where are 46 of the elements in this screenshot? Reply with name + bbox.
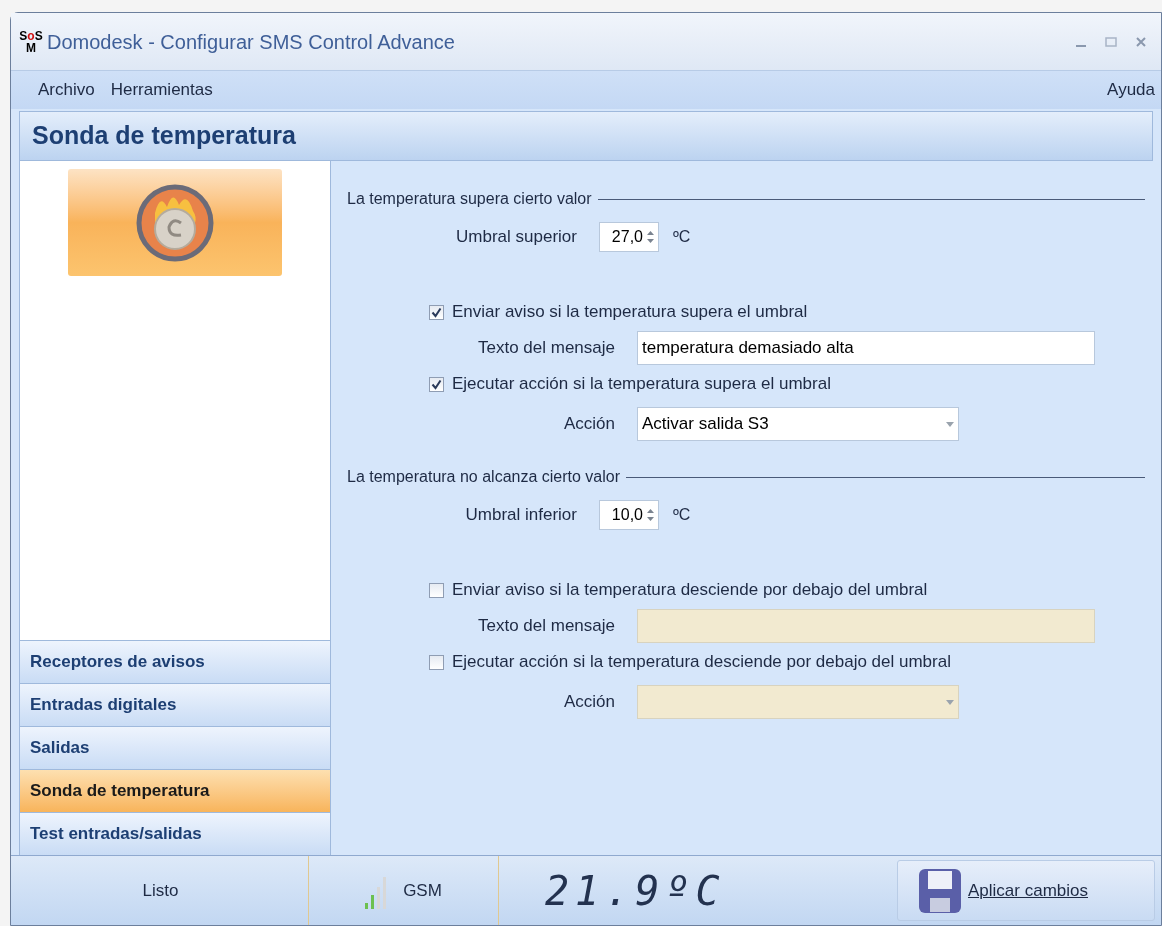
field-label: Texto del mensaje: [476, 337, 616, 360]
temperature-display: 21.9ºC: [544, 866, 727, 916]
spinner-arrows-icon[interactable]: [647, 230, 654, 244]
group-title: La temperatura no alcanza cierto valor: [347, 467, 621, 487]
checkbox-label: Ejecutar acción si la temperatura supera el umbral: [452, 373, 831, 396]
message-field[interactable]: temperatura demasiado alta: [637, 331, 1095, 365]
checkbox-label: Enviar aviso si la temperatura desciende por debajo del umbral: [452, 579, 928, 602]
checkbox[interactable]: [429, 582, 444, 598]
action-dropdown[interactable]: Activar salida S3: [637, 407, 959, 441]
network-label: GSM: [403, 879, 442, 902]
apply-changes-button[interactable]: Aplicar cambios: [897, 860, 1155, 921]
status-text: Listo: [13, 856, 309, 925]
sidebar-item[interactable]: Sonda de temperatura: [20, 769, 330, 812]
sidebar-item[interactable]: Entradas digitales: [20, 683, 330, 726]
menu-item[interactable]: Herramientas: [105, 77, 218, 103]
menu-item[interactable]: Archivo: [33, 77, 100, 103]
field-label: Texto del mensaje: [476, 615, 616, 638]
sidebar-item[interactable]: Test entradas/salidas: [20, 812, 330, 855]
dropdown-arrow-icon: [946, 421, 954, 427]
dropdown-arrow-icon: [946, 699, 954, 705]
window-title: Domodesk - Configurar SMS Control Advance: [47, 29, 455, 55]
menu-item[interactable]: Ayuda: [1107, 77, 1155, 103]
checkbox[interactable]: [429, 654, 444, 670]
unit-label: ºC: [673, 227, 691, 247]
checkmark-icon: [431, 306, 442, 318]
sidebar-item[interactable]: Salidas: [20, 726, 330, 769]
app-logo-icon: SoS M: [17, 29, 45, 54]
number-spinner[interactable]: 27,0: [599, 222, 659, 252]
checkbox-label: Enviar aviso si la temperatura supera el umbral: [452, 301, 808, 324]
threshold-label: Umbral inferior: [464, 504, 578, 527]
section-header: Sonda de temperatura: [19, 111, 1153, 161]
field-label: Acción: [562, 413, 616, 436]
number-spinner[interactable]: 10,0: [599, 500, 659, 530]
checkbox-label: Ejecutar acción si la temperatura desciende por debajo del umbral: [452, 651, 951, 674]
threshold-label: Umbral superior: [455, 226, 578, 249]
maximize-icon[interactable]: [1105, 35, 1117, 48]
sidebar-item[interactable]: Receptores de avisos: [20, 640, 330, 683]
group-title: La temperatura supera cierto valor: [347, 189, 592, 209]
close-icon[interactable]: [1135, 35, 1147, 48]
spinner-arrows-icon[interactable]: [647, 508, 654, 522]
temperature-module-icon: [68, 169, 282, 276]
checkbox[interactable]: [429, 304, 444, 320]
checkmark-icon: [431, 378, 442, 390]
field-label: Acción: [562, 691, 616, 714]
unit-label: ºC: [673, 505, 691, 525]
checkbox[interactable]: [429, 376, 444, 392]
